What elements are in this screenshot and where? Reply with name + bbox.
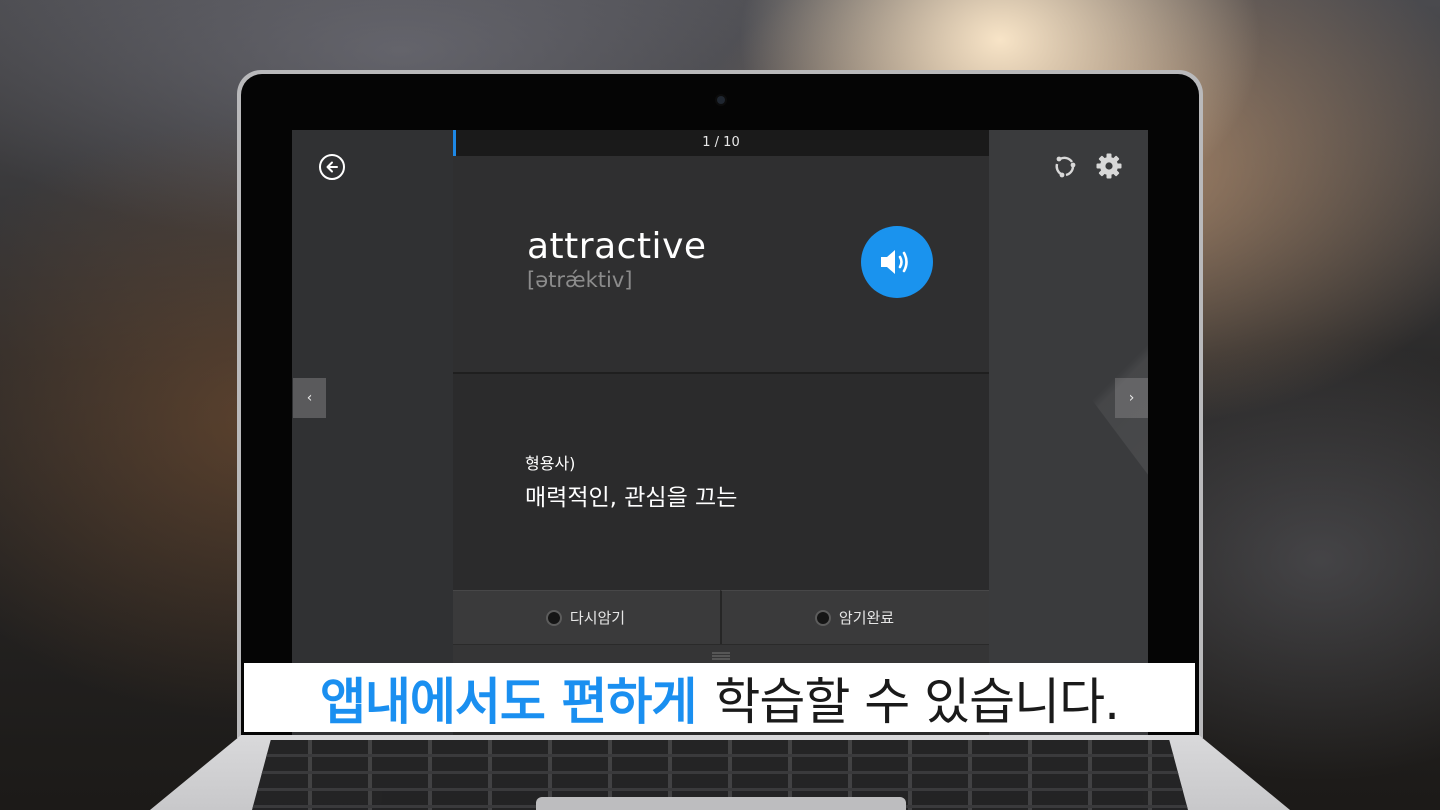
chevron-right-icon: › bbox=[1128, 390, 1135, 406]
prev-card-button[interactable]: ‹ bbox=[293, 378, 326, 418]
meaning-panel: 형용사) 매력적인, 관심을 끄는 bbox=[453, 374, 989, 590]
progress-bar: 1 / 10 bbox=[453, 130, 989, 156]
radio-indicator bbox=[816, 611, 829, 624]
next-card-button[interactable]: › bbox=[1115, 378, 1148, 418]
word-panel: attractive [ətrǽktiv] bbox=[453, 156, 989, 372]
laptop-bezel: ‹ 1 / 10 attractive [ətrǽktiv] 형용사) 매력적인… bbox=[241, 74, 1199, 738]
memorized-label: 암기완료 bbox=[838, 609, 895, 627]
memorized-button[interactable]: 암기완료 bbox=[720, 590, 989, 644]
flashcard: 1 / 10 attractive [ətrǽktiv] 형용사) 매력적인, … bbox=[453, 130, 989, 738]
chevron-left-icon: ‹ bbox=[306, 390, 313, 406]
trackpad bbox=[536, 797, 906, 810]
radio-indicator bbox=[547, 611, 560, 624]
speaker-icon bbox=[881, 250, 908, 274]
promo-caption: 앱내에서도 편하게 학습할 수 있습니다. bbox=[244, 663, 1195, 732]
play-audio-button[interactable] bbox=[861, 226, 933, 298]
settings-button[interactable] bbox=[1095, 152, 1123, 180]
review-again-button[interactable]: 다시암기 bbox=[453, 590, 720, 644]
back-arrow-icon bbox=[326, 161, 338, 173]
back-button[interactable] bbox=[319, 154, 345, 180]
camera-icon bbox=[717, 96, 725, 104]
drag-handle-icon bbox=[712, 652, 730, 660]
vocab-word: attractive bbox=[527, 226, 707, 267]
meaning-text: 매력적인, 관심을 끄는 bbox=[525, 485, 738, 511]
progress-counter: 1 / 10 bbox=[702, 135, 740, 150]
action-bar: 다시암기 암기완료 bbox=[453, 590, 989, 644]
app-screen: ‹ 1 / 10 attractive [ətrǽktiv] 형용사) 매력적인… bbox=[292, 130, 1148, 738]
share-icon bbox=[1055, 156, 1076, 178]
review-again-label: 다시암기 bbox=[569, 609, 626, 627]
gear-icon bbox=[1096, 153, 1122, 179]
right-sidebar: › bbox=[989, 130, 1148, 738]
caption-highlight: 앱내에서도 편하게 bbox=[319, 672, 697, 731]
top-icons bbox=[1051, 152, 1123, 180]
left-sidebar: ‹ bbox=[292, 130, 453, 738]
pronunciation: [ətrǽktiv] bbox=[527, 268, 633, 292]
share-button[interactable] bbox=[1051, 152, 1079, 180]
caption-rest: 학습할 수 있습니다. bbox=[714, 672, 1120, 731]
part-of-speech: 형용사) bbox=[525, 454, 576, 473]
